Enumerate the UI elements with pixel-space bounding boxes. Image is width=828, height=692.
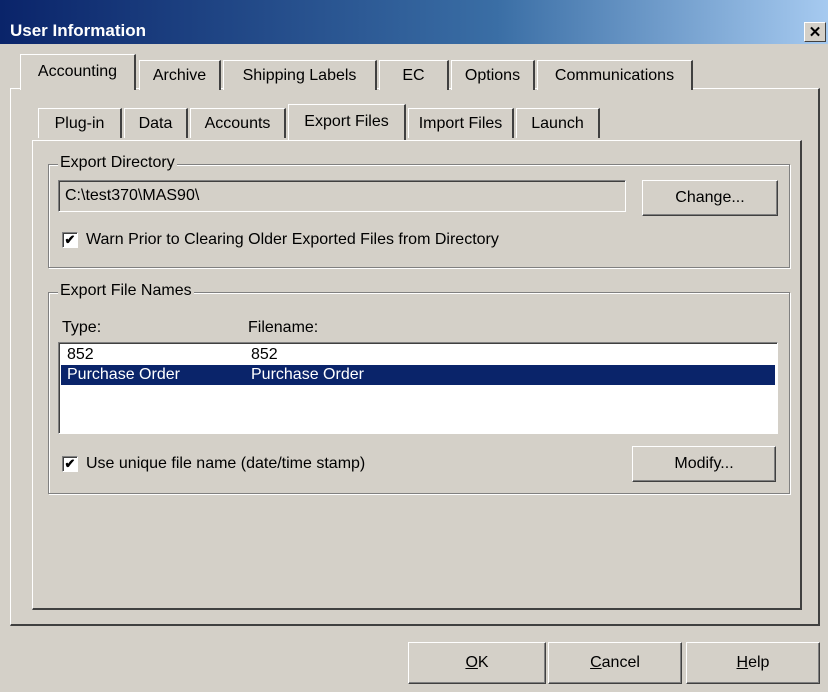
cancel-label-rest: ancel [601,654,640,671]
list-item-type: Purchase Order [67,366,180,383]
change-button[interactable]: Change... [642,180,778,216]
tab-export-files[interactable]: Export Files [288,104,406,140]
help-label-rest: elp [748,654,770,671]
export-file-list[interactable]: 852 852 Purchase Order Purchase Order [58,342,778,434]
warn-label: Warn Prior to Clearing Older Exported Fi… [86,231,499,248]
tab-data[interactable]: Data [124,108,188,138]
warn-checkbox[interactable]: ✔ [62,232,78,248]
tab-plug-in[interactable]: Plug-in [38,108,122,138]
tab-accounts[interactable]: Accounts [190,108,286,138]
window-title: User Information [10,21,147,40]
list-item-selected[interactable]: Purchase Order Purchase Order [61,365,775,385]
tab-launch[interactable]: Launch [516,108,600,138]
tab-options[interactable]: Options [451,60,535,90]
close-icon[interactable]: ✕ [804,22,826,42]
export-file-names-legend: Export File Names [58,282,194,300]
tab-shipping-labels[interactable]: Shipping Labels [223,60,377,90]
help-button[interactable]: Help [686,642,820,684]
tab-ec[interactable]: EC [379,60,449,90]
column-header-filename: Filename: [248,319,319,336]
list-item-filename: 852 [251,346,278,363]
modify-button[interactable]: Modify... [632,446,776,482]
tab-archive[interactable]: Archive [139,60,221,90]
cancel-button[interactable]: Cancel [548,642,682,684]
tab-accounting[interactable]: Accounting [20,54,136,90]
ok-button[interactable]: OK [408,642,546,684]
cancel-accelerator: C [590,654,602,671]
column-header-type: Type: [62,319,102,336]
ok-label-rest: K [477,654,489,671]
ok-accelerator: O [465,654,478,671]
list-item-type: 852 [67,346,94,363]
help-accelerator: H [736,654,749,671]
export-directory-field[interactable]: C:\test370\MAS90\ [58,180,626,212]
list-item-filename: Purchase Order [251,366,364,383]
tab-communications[interactable]: Communications [537,60,693,90]
unique-filename-checkbox[interactable]: ✔ [62,456,78,472]
export-directory-legend: Export Directory [58,154,177,172]
list-item[interactable]: 852 852 [61,345,775,365]
unique-filename-label: Use unique file name (date/time stamp) [86,455,366,472]
tab-import-files[interactable]: Import Files [408,108,514,138]
